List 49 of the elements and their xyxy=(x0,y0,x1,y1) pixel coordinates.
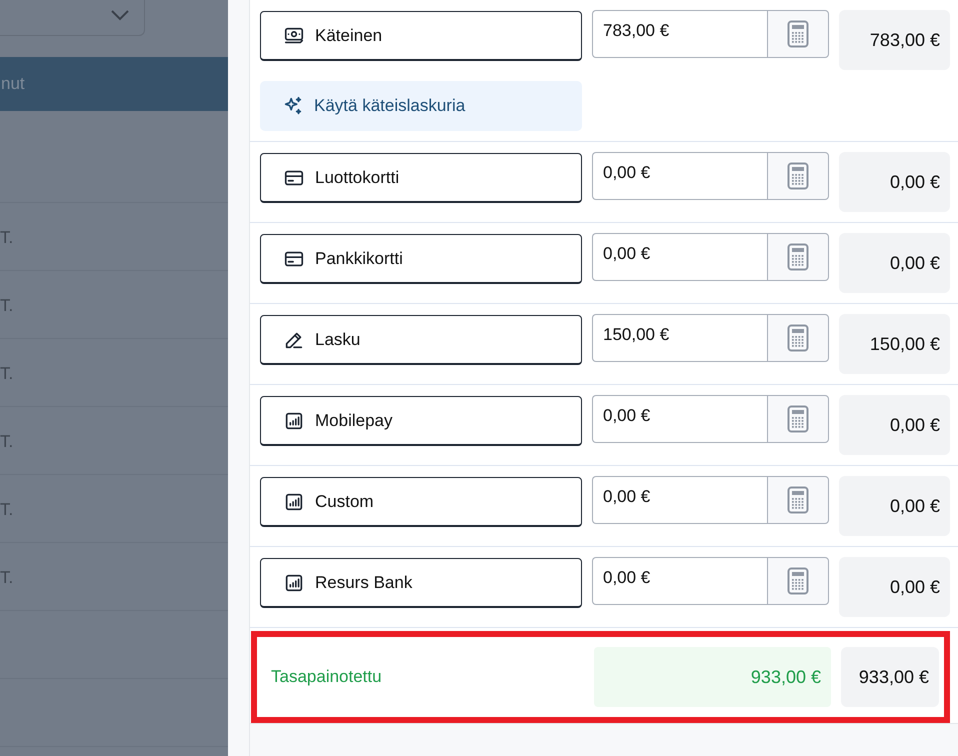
calculator-icon xyxy=(787,405,809,433)
amount-field[interactable]: 0,00 € xyxy=(592,152,767,200)
amount-field[interactable]: 0,00 € xyxy=(592,557,767,605)
payment-method-button[interactable]: Pankkikortti xyxy=(260,234,582,284)
total-amount: 150,00 € xyxy=(839,314,950,374)
table-cell: T. xyxy=(0,568,14,587)
calculator-icon xyxy=(787,162,809,190)
total-amount: 783,00 € xyxy=(839,10,950,70)
calculator-icon xyxy=(787,486,809,514)
table-cell: T. xyxy=(0,364,14,383)
amount-field[interactable]: 0,00 € xyxy=(592,476,767,524)
amount-field[interactable]: 783,00 € xyxy=(592,10,767,58)
balance-status: Tasapainotettu xyxy=(270,666,383,688)
payment-method-button[interactable]: Custom xyxy=(260,477,582,527)
calculator-button[interactable] xyxy=(767,314,829,362)
payment-method-button[interactable]: Lasku xyxy=(260,315,582,365)
calculator-icon xyxy=(787,243,809,271)
total-amount: 933,00 € xyxy=(841,647,939,707)
total-amount: 0,00 € xyxy=(839,557,950,617)
amount-field[interactable]: 0,00 € xyxy=(592,233,767,281)
table-cell: T. xyxy=(0,296,14,315)
total-amount: 0,00 € xyxy=(839,395,950,455)
calculator-button[interactable] xyxy=(767,152,829,200)
payment-method-button[interactable]: Luottokortti xyxy=(260,153,582,203)
table-cell: T. xyxy=(0,228,14,247)
total-amount: 0,00 € xyxy=(839,233,950,293)
amount-field[interactable]: 150,00 € xyxy=(592,314,767,362)
calculator-button[interactable] xyxy=(767,476,829,524)
balance-amount: 933,00 € xyxy=(594,647,831,707)
calculator-icon xyxy=(787,20,809,48)
payment-method-button[interactable]: Mobilepay xyxy=(260,396,582,446)
select-field[interactable] xyxy=(0,0,145,36)
table-cell: T. xyxy=(0,432,14,451)
payment-method-button[interactable]: Resurs Bank xyxy=(260,558,582,608)
column-header: nut xyxy=(1,74,25,93)
calculator-button[interactable] xyxy=(767,557,829,605)
calculator-icon xyxy=(787,324,809,352)
cash-calculator-button[interactable]: Käytä käteislaskuria xyxy=(260,81,582,131)
sparkles-icon xyxy=(282,95,304,117)
calculator-button[interactable] xyxy=(767,233,829,281)
calculator-button[interactable] xyxy=(767,10,829,58)
total-amount: 0,00 € xyxy=(839,152,950,212)
amount-field[interactable]: 0,00 € xyxy=(592,395,767,443)
calculator-button[interactable] xyxy=(767,395,829,443)
total-amount: 0,00 € xyxy=(839,476,950,536)
chevron-down-icon xyxy=(110,8,130,22)
payment-method-button[interactable]: Käteinen xyxy=(260,11,582,61)
calculator-icon xyxy=(787,567,809,595)
table-cell: T. xyxy=(0,500,14,519)
